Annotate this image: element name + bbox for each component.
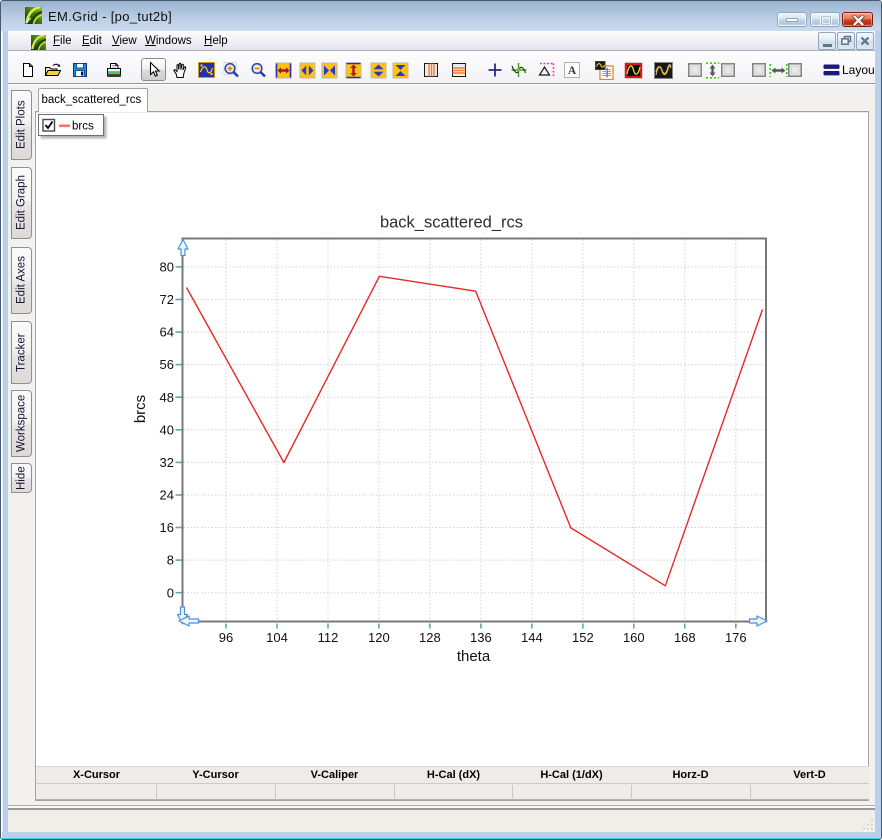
svg-text:40: 40 (160, 422, 174, 437)
svg-text:theta: theta (457, 648, 491, 665)
svg-text:32: 32 (160, 455, 174, 470)
svg-text:16: 16 (160, 520, 174, 535)
svg-text:152: 152 (572, 630, 594, 645)
svg-text:176: 176 (725, 630, 747, 645)
svg-text:back_scattered_rcs: back_scattered_rcs (380, 214, 523, 232)
svg-text:brcs: brcs (132, 395, 149, 423)
svg-text:112: 112 (318, 630, 339, 645)
svg-text:136: 136 (470, 630, 492, 645)
svg-text:120: 120 (368, 630, 390, 645)
svg-text:168: 168 (674, 630, 696, 645)
svg-text:104: 104 (266, 630, 288, 645)
svg-text:brcs: brcs (72, 121, 94, 133)
svg-text:0: 0 (167, 585, 174, 600)
svg-text:160: 160 (623, 630, 645, 645)
svg-text:128: 128 (419, 630, 441, 645)
svg-text:48: 48 (160, 390, 174, 405)
svg-text:80: 80 (160, 260, 174, 275)
svg-text:96: 96 (219, 630, 233, 645)
svg-text:56: 56 (160, 357, 174, 372)
svg-text:24: 24 (160, 488, 174, 503)
svg-text:64: 64 (160, 325, 174, 340)
svg-text:72: 72 (160, 292, 174, 307)
svg-text:8: 8 (167, 553, 174, 568)
svg-text:144: 144 (521, 630, 543, 645)
